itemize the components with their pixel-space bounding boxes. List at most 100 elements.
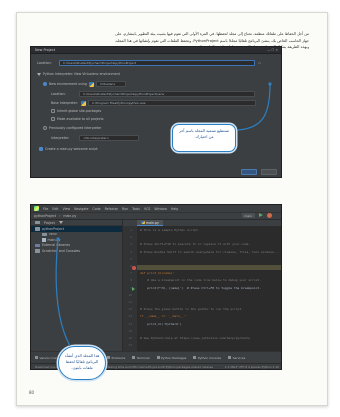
line-number: 16 [128,336,132,340]
new-env-label: New environment using [49,82,87,86]
menu-item-view[interactable]: View [63,207,71,211]
prev-interp-radio[interactable] [43,126,47,130]
inherit-label: Inherit global site-packages [57,109,102,113]
python-icon [81,100,86,106]
project-tree: pythonProject venv main.py External Librari… [31,226,122,254]
python-file-icon [141,220,145,225]
menu-item-code[interactable]: Code [92,207,100,211]
line-number: 3 [130,242,132,247]
window-controls-icon[interactable]: — ☐ ✕ [267,48,278,52]
base-interp-row: Base interpreter: C:\Program Files\Pytho… [51,100,256,106]
line-number: 13 [128,314,132,319]
pycharm-logo-icon [34,206,39,211]
library-icon [35,243,40,247]
code-line: print(f'Hi, {name}') # Press Ctrl+F8 to … [140,285,262,290]
menu-bar: File Edit View Navigate Code Refactor Run Tools… [31,205,281,212]
menu-item-navigate[interactable]: Navigate [74,207,88,211]
intro-line-2: جهاز الحاسب الخاص بك، ينشئ البرنامج تلقا… [114,38,309,43]
breadcrumb-file[interactable]: main.py [63,214,76,218]
line-number: 15 [128,328,132,333]
line-number: 6 [130,264,132,268]
env-location-field[interactable]: C:\Users\Student\PycharmProjects\pythonP… [79,91,255,97]
inherit-checkbox[interactable] [51,109,55,113]
env-location-row: Location: C:\Users\Student\PycharmProjec… [51,91,255,97]
tree-item-label: Scratches and Consoles [42,248,81,253]
menu-item-help[interactable]: Help [171,207,178,211]
new-env-row[interactable]: New environment using Virtualenv [43,81,126,87]
virtualenv-icon [88,81,94,87]
available-row[interactable]: Make available to all projects [51,117,103,121]
location-field[interactable]: C:\Users\Student\PycharmProjects\pythonP… [59,60,255,66]
interpreter-section[interactable]: Python Interpreter: New Virtualenv envir… [37,72,120,76]
welcome-label: Create a main.py welcome script [45,147,98,151]
cancel-button[interactable] [261,169,277,175]
line-number: 14 [128,321,132,326]
breadcrumb-project[interactable]: pythonProject [34,214,56,218]
line-number: 5 [130,256,132,261]
line-number: 2 [130,235,132,240]
folder-browse-icon[interactable]: ▭ [258,61,261,65]
interp2-label: Interpreter: [51,136,70,140]
menu-item-refactor[interactable]: Refactor [105,207,118,211]
inherit-row[interactable]: Inherit global site-packages [51,109,101,113]
code-line: # Press Shift+F10 to execute it or repla… [140,242,251,247]
base-interp-select[interactable]: C:\Program Files\Python\python.exe [88,100,256,106]
debug-icon[interactable] [267,213,272,218]
prev-interp-label: Previously configured interpreter [49,126,102,130]
tool-window-button[interactable]: Terminal [132,356,150,360]
dialog-title: New Project [35,48,56,52]
welcome-checkbox[interactable] [39,147,43,151]
tool-window-button[interactable]: Services [228,356,246,360]
location-row: Location: C:\Users\Student\PycharmProjec… [37,60,261,66]
pycharm-ide-screenshot: File Edit View Navigate Code Refactor Run Tools… [30,204,282,370]
code-line: # Press Double Shift to search everywher… [140,249,280,254]
available-checkbox[interactable] [51,117,55,121]
tool-window-button[interactable]: Python Console [193,356,221,360]
panel-dropdown-icon[interactable] [58,221,63,224]
folder-icon [35,249,40,253]
menu-item-edit[interactable]: Edit [52,207,58,211]
breadcrumb-separator-icon: › [59,214,61,218]
current-line-highlight [137,265,281,270]
code-line: def print_hi(name): [140,271,175,276]
env-tool-select[interactable]: Virtualenv [95,81,126,87]
code-editor[interactable]: main.py 1 # This is a sample Python scrip… [123,220,281,353]
line-number: 17 [128,343,132,348]
base-interp-label: Base interpreter: [51,101,78,105]
code-line: # See PyCharm help at https://www.jetbra… [140,336,251,340]
run-icon[interactable] [259,213,263,217]
status-info: 1:1 CRLF UTF-8 4 spaces Python 3.10 [224,364,279,369]
run-gutter-icon[interactable] [132,287,135,291]
menu-item-window[interactable]: Window [154,207,167,211]
breakpoint-icon[interactable] [132,266,136,270]
menu-item-run[interactable]: Run [122,207,128,211]
line-number: 10 [128,292,132,297]
menu-item-file[interactable]: File [43,207,48,211]
prev-interp-row[interactable]: Previously configured interpreter [43,126,101,130]
env-location-label: Location: [51,92,66,96]
code-line: # This is a sample Python script. [140,228,200,232]
available-label: Make available to all projects [57,117,104,121]
folder-icon [42,232,47,236]
menu-item-tools[interactable]: Tools [132,207,140,211]
tree-item[interactable]: Scratches and Consoles [31,248,122,254]
line-number: 12 [128,307,132,312]
welcome-row[interactable]: Create a main.py welcome script [39,147,98,151]
tab-main-py[interactable]: main.py [137,220,163,226]
line-number: 7 [130,271,132,276]
tool-window-button[interactable]: Python Packages [157,356,186,360]
line-number: 8 [130,278,132,283]
tree-item-label: External Libraries [42,243,71,248]
run-config-select[interactable]: main [241,213,255,218]
editor-tab-bar: main.py [123,220,281,226]
expand-chevron-icon[interactable] [37,72,41,76]
tree-item-label: main.py [47,237,61,242]
folder-icon [35,227,40,231]
interp2-select[interactable]: <No interpreter> [79,135,139,141]
create-button[interactable] [241,169,257,175]
project-panel-icon [35,220,40,225]
new-env-radio[interactable] [43,82,47,86]
menu-item-vcs[interactable]: VCS [144,207,150,211]
tree-item-label: venv [49,232,57,237]
tool-window-button[interactable]: Problems [107,356,125,360]
